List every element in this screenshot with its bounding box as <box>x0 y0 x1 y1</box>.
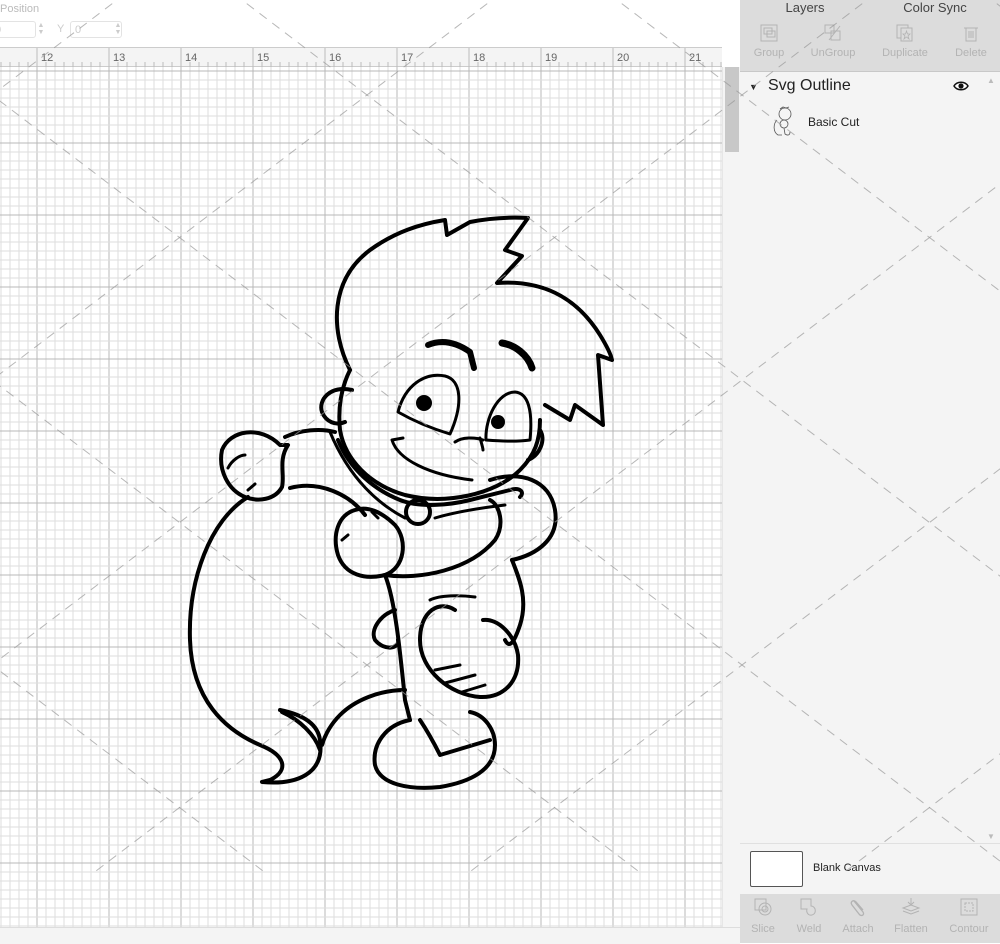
cape <box>280 688 407 752</box>
panel-scroll-down-icon[interactable]: ▼ <box>987 832 995 841</box>
design-canvas[interactable] <box>0 67 722 927</box>
layer-name[interactable]: Basic Cut <box>808 115 859 129</box>
raised-knee <box>418 604 521 700</box>
canvas-vertical-scrollbar[interactable] <box>722 67 741 927</box>
ruler-label: 21 <box>689 52 701 64</box>
ungroup-icon <box>824 24 841 41</box>
left-hand <box>219 430 290 502</box>
right-eye <box>484 390 533 443</box>
ruler-label: 13 <box>113 52 125 64</box>
layer-thumbnail <box>773 106 792 136</box>
position-label: Position <box>0 3 40 15</box>
tab-color-sync[interactable]: Color Sync <box>870 0 1000 19</box>
nose <box>453 436 485 452</box>
bottom-toolbar: Slice Weld Attach Flatten Contour <box>740 894 1000 943</box>
artwork[interactable] <box>0 67 722 927</box>
layer-group-title[interactable]: Svg Outline <box>768 77 851 95</box>
duplicate-icon <box>896 24 913 42</box>
contour-icon <box>960 898 978 916</box>
position-bar: Position 0 ▲▼ Y 0 ▲▼ <box>0 0 740 45</box>
hair-outline <box>334 215 614 427</box>
mouth <box>390 436 474 482</box>
fist-detail <box>340 510 380 542</box>
left-arm <box>283 427 337 439</box>
ruler-label: 17 <box>401 52 413 64</box>
attach-button[interactable]: Attach <box>832 897 884 935</box>
sack <box>187 495 323 785</box>
right-pupil <box>491 415 505 429</box>
trash-icon <box>964 27 978 42</box>
horizontal-ruler: 12 13 14 15 16 17 18 19 20 21 <box>0 47 722 68</box>
layer-group-svg-outline[interactable]: ▼ Svg Outline <box>740 72 1000 102</box>
right-eyebrow <box>498 339 536 372</box>
slice-icon <box>754 898 772 916</box>
expand-caret-icon[interactable]: ▼ <box>749 82 758 92</box>
ruler-label: 16 <box>329 52 341 64</box>
blank-canvas-row[interactable]: Blank Canvas <box>740 844 1000 894</box>
ruler-label: 12 <box>41 52 53 64</box>
panel-tabs: Layers Color Sync <box>740 0 1000 20</box>
ruler-label: 18 <box>473 52 485 64</box>
canvas-color-swatch[interactable] <box>750 851 803 887</box>
slice-button[interactable]: Slice <box>737 897 789 935</box>
foot-top <box>418 718 492 757</box>
ruler-label: 19 <box>545 52 557 64</box>
scrollbar-thumb[interactable] <box>725 67 739 152</box>
blank-canvas-label: Blank Canvas <box>813 862 881 874</box>
layer-item[interactable]: Basic Cut <box>740 104 985 140</box>
layers-toolbar: Group UnGroup Duplicate Delete <box>740 19 1000 72</box>
right-fist <box>333 506 405 579</box>
ruler-label: 15 <box>257 52 269 64</box>
flatten-icon <box>901 898 921 915</box>
left-hand-fingers <box>226 453 257 492</box>
x-position-stepper[interactable]: ▲ ▼ <box>36 22 46 37</box>
canvas-bottom-bar <box>0 927 740 944</box>
knee-lines <box>433 663 487 694</box>
ruler-label: 20 <box>617 52 629 64</box>
tab-layers[interactable]: Layers <box>740 0 870 20</box>
duplicate-button[interactable]: Duplicate <box>874 23 936 59</box>
ear <box>319 387 354 426</box>
group-button[interactable]: Group <box>738 23 800 59</box>
flatten-button[interactable]: Flatten <box>885 897 937 935</box>
layers-panel: Layers Color Sync Group UnGroup Duplicat… <box>740 0 1000 943</box>
left-eyebrow <box>425 339 477 371</box>
foot <box>372 710 497 790</box>
ruler-label: 14 <box>185 52 197 64</box>
delete-button[interactable]: Delete <box>940 23 1000 59</box>
panel-scroll-up-icon[interactable]: ▲ <box>987 76 995 85</box>
left-pupil <box>416 395 432 411</box>
contour-button[interactable]: Contour <box>943 897 995 935</box>
y-position-label: Y <box>57 23 65 35</box>
ungroup-button[interactable]: UnGroup <box>802 23 864 59</box>
weld-icon <box>800 898 816 916</box>
x-position-input[interactable]: 0 <box>0 21 36 38</box>
y-position-stepper[interactable]: ▲ ▼ <box>113 22 123 37</box>
knee-fold <box>428 594 477 602</box>
weld-button[interactable]: Weld <box>783 897 835 935</box>
paperclip-icon <box>850 900 865 917</box>
group-icon <box>760 24 778 42</box>
eye-icon[interactable] <box>953 81 969 91</box>
